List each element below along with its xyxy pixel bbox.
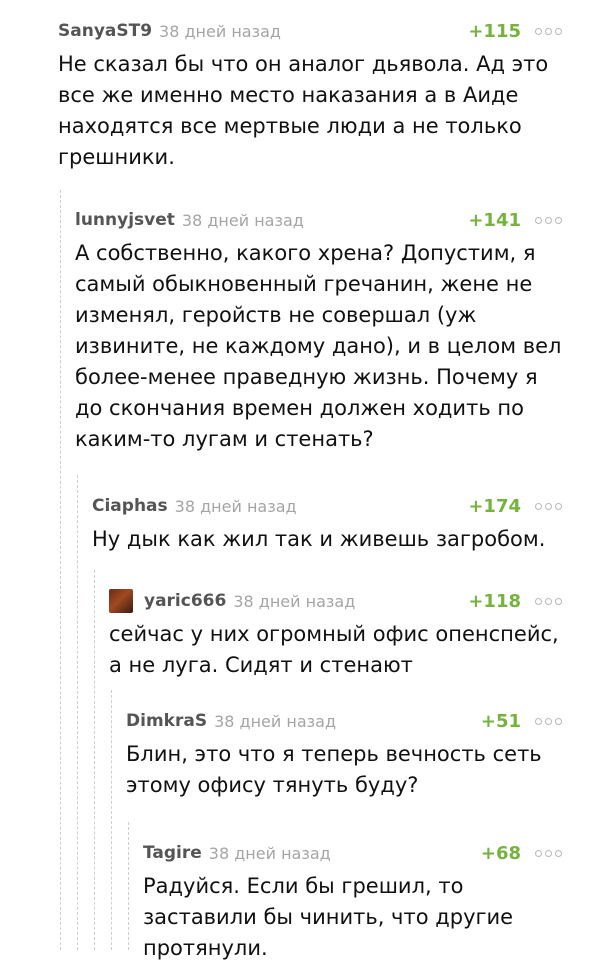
- more-options-icon[interactable]: [535, 216, 562, 224]
- comment: Ciaphas 38 дней назад +174 Ну дык как жи…: [92, 493, 562, 555]
- comment-username[interactable]: SanyaST9: [58, 21, 152, 41]
- dot-icon: [545, 849, 552, 857]
- comment-timestamp[interactable]: 38 дней назад: [233, 592, 355, 611]
- more-options-icon[interactable]: [535, 502, 562, 510]
- comment-text: Радуйся. Если бы грешил, то заставили бы…: [143, 874, 514, 960]
- thread-line: [94, 570, 95, 950]
- comment-rating: +68: [480, 842, 521, 864]
- dot-icon: [545, 216, 552, 224]
- comment-timestamp[interactable]: 38 дней назад: [175, 497, 297, 516]
- comment-text: А собственно, какого хрена? Допустим, я …: [75, 241, 562, 451]
- comment-text: сейчас у них огромный офис опенспейс, а …: [109, 622, 559, 677]
- comment-text: Блин, это что я теперь вечность сеть это…: [126, 742, 542, 797]
- dot-icon: [555, 502, 562, 510]
- comment-rating: +115: [468, 20, 521, 42]
- dot-icon: [555, 717, 562, 725]
- comment-text: Не сказал бы что он аналог дьявола. Ад э…: [58, 52, 549, 169]
- dot-icon: [535, 502, 542, 510]
- more-options-icon[interactable]: [535, 27, 562, 35]
- dot-icon: [555, 216, 562, 224]
- comment-header: DimkraS 38 дней назад +51: [126, 708, 562, 734]
- dot-icon: [555, 849, 562, 857]
- comment: Tagire 38 дней назад +68 Радуйся. Если б…: [143, 840, 562, 964]
- comment-username[interactable]: Ciaphas: [92, 496, 168, 516]
- more-options-icon[interactable]: [535, 597, 562, 605]
- dot-icon: [535, 849, 542, 857]
- comment-timestamp[interactable]: 38 дней назад: [209, 844, 331, 863]
- comment-header: SanyaST9 38 дней назад +115: [58, 18, 562, 44]
- more-options-icon[interactable]: [535, 849, 562, 857]
- comment-header: Ciaphas 38 дней назад +174: [92, 493, 562, 519]
- dot-icon: [535, 27, 542, 35]
- dot-icon: [535, 597, 542, 605]
- comment-text: Ну дык как жил так и живешь загробом.: [92, 527, 546, 551]
- comment-header: Tagire 38 дней назад +68: [143, 840, 562, 866]
- dot-icon: [545, 502, 552, 510]
- dot-icon: [555, 597, 562, 605]
- comment-header: yaric666 38 дней назад +118: [109, 588, 562, 614]
- comment-timestamp[interactable]: 38 дней назад: [159, 22, 281, 41]
- comment-username[interactable]: DimkraS: [126, 711, 207, 731]
- thread-line: [60, 190, 61, 950]
- comment: yaric666 38 дней назад +118 сейчас у них…: [109, 588, 562, 681]
- avatar[interactable]: [109, 589, 133, 613]
- comment: DimkraS 38 дней назад +51 Блин, это что …: [126, 708, 562, 801]
- comment-header: lunnyjsvet 38 дней назад +141: [75, 207, 562, 233]
- comment-rating: +118: [468, 590, 521, 612]
- more-options-icon[interactable]: [535, 717, 562, 725]
- comment-username[interactable]: Tagire: [143, 843, 202, 863]
- comment-rating: +174: [468, 495, 521, 517]
- dot-icon: [535, 216, 542, 224]
- dot-icon: [535, 717, 542, 725]
- comment-username[interactable]: lunnyjsvet: [75, 210, 175, 230]
- comment-timestamp[interactable]: 38 дней назад: [214, 712, 336, 731]
- dot-icon: [545, 717, 552, 725]
- thread-line: [77, 475, 78, 950]
- comment-rating: +51: [480, 710, 521, 732]
- comment-timestamp[interactable]: 38 дней назад: [182, 211, 304, 230]
- dot-icon: [555, 27, 562, 35]
- comment: lunnyjsvet 38 дней назад +141 А собствен…: [75, 207, 562, 455]
- comment-username[interactable]: yaric666: [144, 591, 226, 611]
- dot-icon: [545, 597, 552, 605]
- comment-rating: +141: [468, 209, 521, 231]
- comment: SanyaST9 38 дней назад +115 Не сказал бы…: [58, 18, 562, 173]
- dot-icon: [545, 27, 552, 35]
- thread-line: [128, 822, 129, 950]
- thread-line: [111, 690, 112, 950]
